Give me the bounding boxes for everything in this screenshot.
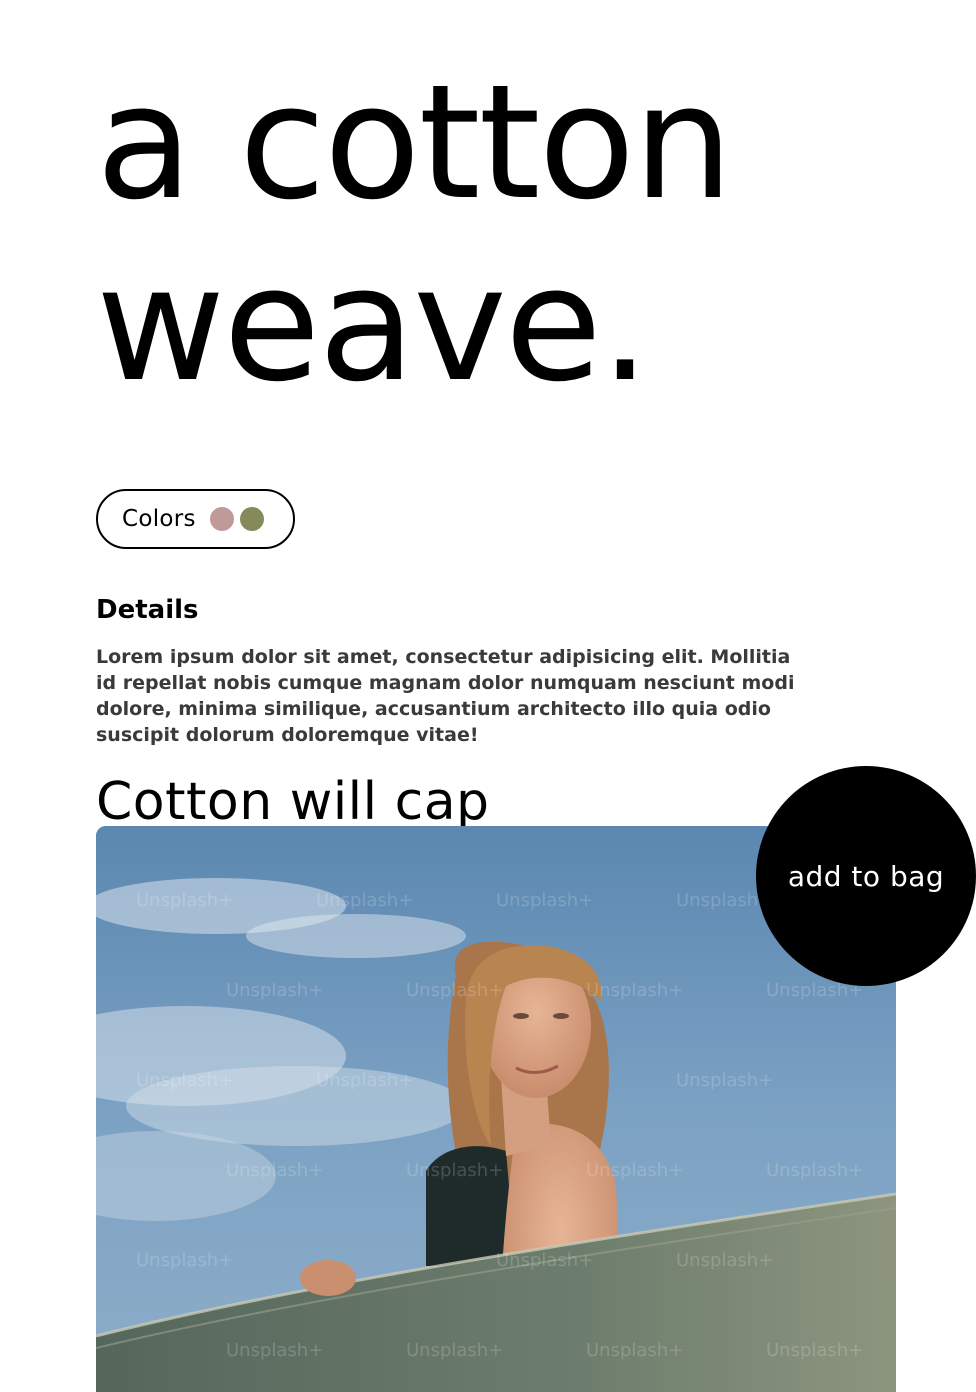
svg-text:Unsplash+: Unsplash+ (406, 980, 503, 1001)
svg-text:Unsplash+: Unsplash+ (586, 1160, 683, 1181)
hero-title-line-2: weave. (96, 233, 650, 417)
color-swatch-olive[interactable] (239, 507, 264, 531)
svg-text:Unsplash+: Unsplash+ (226, 1160, 323, 1181)
svg-text:Unsplash+: Unsplash+ (226, 1340, 323, 1361)
svg-text:Unsplash+: Unsplash+ (766, 1160, 863, 1181)
svg-text:Unsplash+: Unsplash+ (136, 890, 233, 911)
svg-text:Unsplash+: Unsplash+ (496, 890, 593, 911)
svg-text:Unsplash+: Unsplash+ (136, 1070, 233, 1091)
svg-text:Unsplash+: Unsplash+ (676, 1070, 773, 1091)
color-swatch-rose[interactable] (209, 507, 234, 531)
svg-text:Unsplash+: Unsplash+ (406, 1160, 503, 1181)
svg-text:Unsplash+: Unsplash+ (136, 1250, 233, 1271)
hero-title: a cotton weave. (96, 51, 733, 417)
svg-text:Unsplash+: Unsplash+ (226, 980, 323, 1001)
svg-text:Unsplash+: Unsplash+ (586, 980, 683, 1001)
colors-label: Colors (122, 506, 196, 532)
svg-text:Unsplash+: Unsplash+ (586, 1340, 683, 1361)
svg-text:Unsplash+: Unsplash+ (316, 1070, 413, 1091)
svg-text:Unsplash+: Unsplash+ (676, 1250, 773, 1271)
svg-text:Unsplash+: Unsplash+ (406, 1340, 503, 1361)
hero-title-line-1: a cotton (96, 51, 733, 235)
svg-text:Unsplash+: Unsplash+ (766, 1340, 863, 1361)
add-to-bag-button[interactable]: add to bag (756, 766, 976, 986)
details-description: Lorem ipsum dolor sit amet, consectetur … (96, 646, 795, 746)
details-heading: Details (96, 595, 199, 625)
svg-text:Unsplash+: Unsplash+ (496, 1250, 593, 1271)
colors-selector[interactable]: Colors (96, 489, 295, 549)
svg-text:Unsplash+: Unsplash+ (316, 890, 413, 911)
